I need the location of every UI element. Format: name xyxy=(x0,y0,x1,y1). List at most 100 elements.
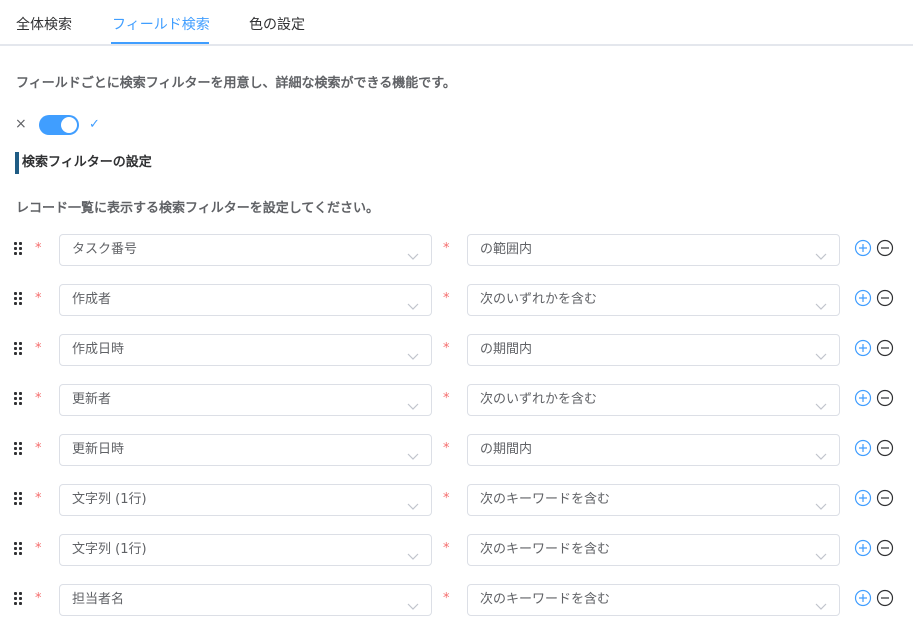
drag-handle-icon[interactable] xyxy=(14,392,24,406)
filter-row: * 更新日時 * の期間内 xyxy=(0,434,913,466)
chevron-down-icon xyxy=(815,596,827,610)
plus-circle-icon[interactable] xyxy=(854,589,872,607)
required-mark: * xyxy=(443,341,450,356)
chevron-down-icon xyxy=(815,296,827,310)
chevron-down-icon xyxy=(815,446,827,460)
minus-circle-icon[interactable] xyxy=(876,539,894,557)
operator-select[interactable]: 次のいずれかを含む xyxy=(467,384,840,416)
operator-select[interactable]: の期間内 xyxy=(467,434,840,466)
operator-select-value: 次のキーワードを含む xyxy=(480,592,611,607)
field-select-value: 更新者 xyxy=(72,392,112,407)
field-select-value: 作成者 xyxy=(72,292,112,307)
field-select[interactable]: 更新日時 xyxy=(59,434,432,466)
chevron-down-icon xyxy=(407,346,419,360)
field-select[interactable]: 担当者名 xyxy=(59,584,432,616)
minus-circle-icon[interactable] xyxy=(876,489,894,507)
drag-handle-icon[interactable] xyxy=(14,592,24,606)
plus-circle-icon[interactable] xyxy=(854,389,872,407)
chevron-down-icon xyxy=(407,246,419,260)
operator-select-value: 次のキーワードを含む xyxy=(480,542,611,557)
operator-select-value: の範囲内 xyxy=(480,242,533,257)
required-mark: * xyxy=(443,291,450,306)
chevron-down-icon xyxy=(815,346,827,360)
minus-circle-icon[interactable] xyxy=(876,289,894,307)
operator-select-value: の期間内 xyxy=(480,342,533,357)
field-select[interactable]: 作成日時 xyxy=(59,334,432,366)
plus-circle-icon[interactable] xyxy=(854,439,872,457)
feature-toggle-switch[interactable] xyxy=(39,115,79,135)
drag-handle-icon[interactable] xyxy=(14,342,24,356)
required-mark: * xyxy=(35,491,42,506)
minus-circle-icon[interactable] xyxy=(876,589,894,607)
field-select[interactable]: タスク番号 xyxy=(59,234,432,266)
operator-select[interactable]: 次のキーワードを含む xyxy=(467,534,840,566)
required-mark: * xyxy=(443,391,450,406)
tab-color-settings[interactable]: 色の設定 xyxy=(249,16,305,34)
drag-handle-icon[interactable] xyxy=(14,442,24,456)
minus-circle-icon[interactable] xyxy=(876,439,894,457)
required-mark: * xyxy=(35,591,42,606)
tab-bar: 全体検索 フィールド検索 色の設定 xyxy=(0,0,913,46)
required-mark: * xyxy=(35,441,42,456)
chevron-down-icon xyxy=(815,246,827,260)
filter-row: * 文字列 (1行) * 次のキーワードを含む xyxy=(0,534,913,566)
chevron-down-icon xyxy=(815,546,827,560)
operator-select-value: の期間内 xyxy=(480,442,533,457)
operator-select[interactable]: 次のいずれかを含む xyxy=(467,284,840,316)
toggle-knob xyxy=(61,117,77,133)
required-mark: * xyxy=(443,591,450,606)
chevron-down-icon xyxy=(407,446,419,460)
field-select[interactable]: 文字列 (1行) xyxy=(59,534,432,566)
operator-select[interactable]: 次のキーワードを含む xyxy=(467,484,840,516)
chevron-down-icon xyxy=(407,296,419,310)
filter-row: * 担当者名 * 次のキーワードを含む xyxy=(0,584,913,616)
plus-circle-icon[interactable] xyxy=(854,239,872,257)
chevron-down-icon xyxy=(407,496,419,510)
toggle-on-icon: ✓ xyxy=(89,117,100,132)
operator-select-value: 次のいずれかを含む xyxy=(480,392,598,407)
filter-instructions: レコード一覧に表示する検索フィルターを設定してください。 xyxy=(16,201,379,216)
required-mark: * xyxy=(35,541,42,556)
drag-handle-icon[interactable] xyxy=(14,242,24,256)
required-mark: * xyxy=(35,341,42,356)
filter-row: * 文字列 (1行) * 次のキーワードを含む xyxy=(0,484,913,516)
chevron-down-icon xyxy=(815,396,827,410)
section-title: 検索フィルターの設定 xyxy=(15,152,152,174)
field-select-value: 文字列 (1行) xyxy=(72,492,147,507)
operator-select[interactable]: 次のキーワードを含む xyxy=(467,584,840,616)
drag-handle-icon[interactable] xyxy=(14,492,24,506)
operator-select[interactable]: の範囲内 xyxy=(467,234,840,266)
minus-circle-icon[interactable] xyxy=(876,239,894,257)
minus-circle-icon[interactable] xyxy=(876,339,894,357)
chevron-down-icon xyxy=(407,596,419,610)
field-select-value: 作成日時 xyxy=(72,342,125,357)
filter-row: * 作成日時 * の期間内 xyxy=(0,334,913,366)
chevron-down-icon xyxy=(407,546,419,560)
required-mark: * xyxy=(35,391,42,406)
operator-select-value: 次のいずれかを含む xyxy=(480,292,598,307)
required-mark: * xyxy=(443,491,450,506)
required-mark: * xyxy=(35,241,42,256)
toggle-off-icon: × xyxy=(15,116,27,132)
drag-handle-icon[interactable] xyxy=(14,292,24,306)
tab-field-search[interactable]: フィールド検索 xyxy=(112,16,210,34)
filter-row: * タスク番号 * の範囲内 xyxy=(0,234,913,266)
required-mark: * xyxy=(35,291,42,306)
field-select[interactable]: 更新者 xyxy=(59,384,432,416)
minus-circle-icon[interactable] xyxy=(876,389,894,407)
feature-description: フィールドごとに検索フィルターを用意し、詳細な検索ができる機能です。 xyxy=(16,76,456,91)
plus-circle-icon[interactable] xyxy=(854,289,872,307)
filter-row: * 更新者 * 次のいずれかを含む xyxy=(0,384,913,416)
field-select[interactable]: 文字列 (1行) xyxy=(59,484,432,516)
plus-circle-icon[interactable] xyxy=(854,489,872,507)
required-mark: * xyxy=(443,441,450,456)
field-select-value: 文字列 (1行) xyxy=(72,542,147,557)
chevron-down-icon xyxy=(815,496,827,510)
field-select-value: 担当者名 xyxy=(72,592,125,607)
drag-handle-icon[interactable] xyxy=(14,542,24,556)
plus-circle-icon[interactable] xyxy=(854,339,872,357)
field-select[interactable]: 作成者 xyxy=(59,284,432,316)
operator-select[interactable]: の期間内 xyxy=(467,334,840,366)
plus-circle-icon[interactable] xyxy=(854,539,872,557)
tab-global-search[interactable]: 全体検索 xyxy=(16,16,72,34)
